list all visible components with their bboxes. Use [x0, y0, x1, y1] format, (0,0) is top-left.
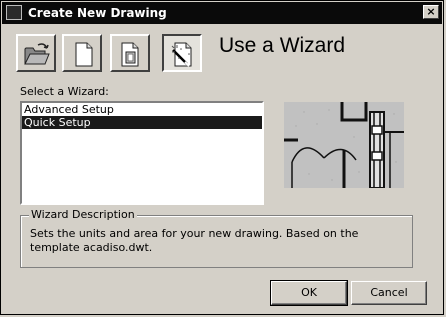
- create-new-drawing-dialog: Create New Drawing × Use a Wizard Select…: [0, 0, 444, 315]
- wizard-option-quick-setup[interactable]: Quick Setup: [22, 116, 262, 129]
- wizard-description-text: Sets the units and area for your new dra…: [30, 227, 359, 254]
- open-drawing-button[interactable]: [16, 34, 56, 72]
- close-button[interactable]: ×: [423, 5, 439, 19]
- cancel-button[interactable]: Cancel: [351, 281, 427, 305]
- open-folder-icon: [24, 43, 50, 65]
- wizard-preview-image: [284, 102, 404, 188]
- dialog-title: Create New Drawing: [28, 6, 167, 20]
- wizard-listbox[interactable]: Advanced Setup Quick Setup: [20, 101, 264, 205]
- template-page-icon: [121, 42, 139, 67]
- start-from-scratch-button[interactable]: [62, 34, 102, 72]
- blank-page-icon: [75, 42, 93, 67]
- ok-button[interactable]: OK: [270, 280, 348, 306]
- use-wizard-button[interactable]: [162, 34, 202, 72]
- autocad-app-icon: [6, 5, 22, 20]
- select-wizard-label: Select a Wizard:: [20, 85, 109, 98]
- wizard-icon: [171, 42, 192, 67]
- wizard-description-group: Wizard Description Sets the units and ar…: [20, 208, 413, 268]
- wizard-description-legend: Wizard Description: [29, 208, 137, 221]
- use-template-button[interactable]: [110, 34, 150, 72]
- page-heading: Use a Wizard: [219, 34, 346, 57]
- wizard-option-advanced-setup[interactable]: Advanced Setup: [22, 103, 262, 116]
- title-bar[interactable]: Create New Drawing ×: [2, 2, 442, 24]
